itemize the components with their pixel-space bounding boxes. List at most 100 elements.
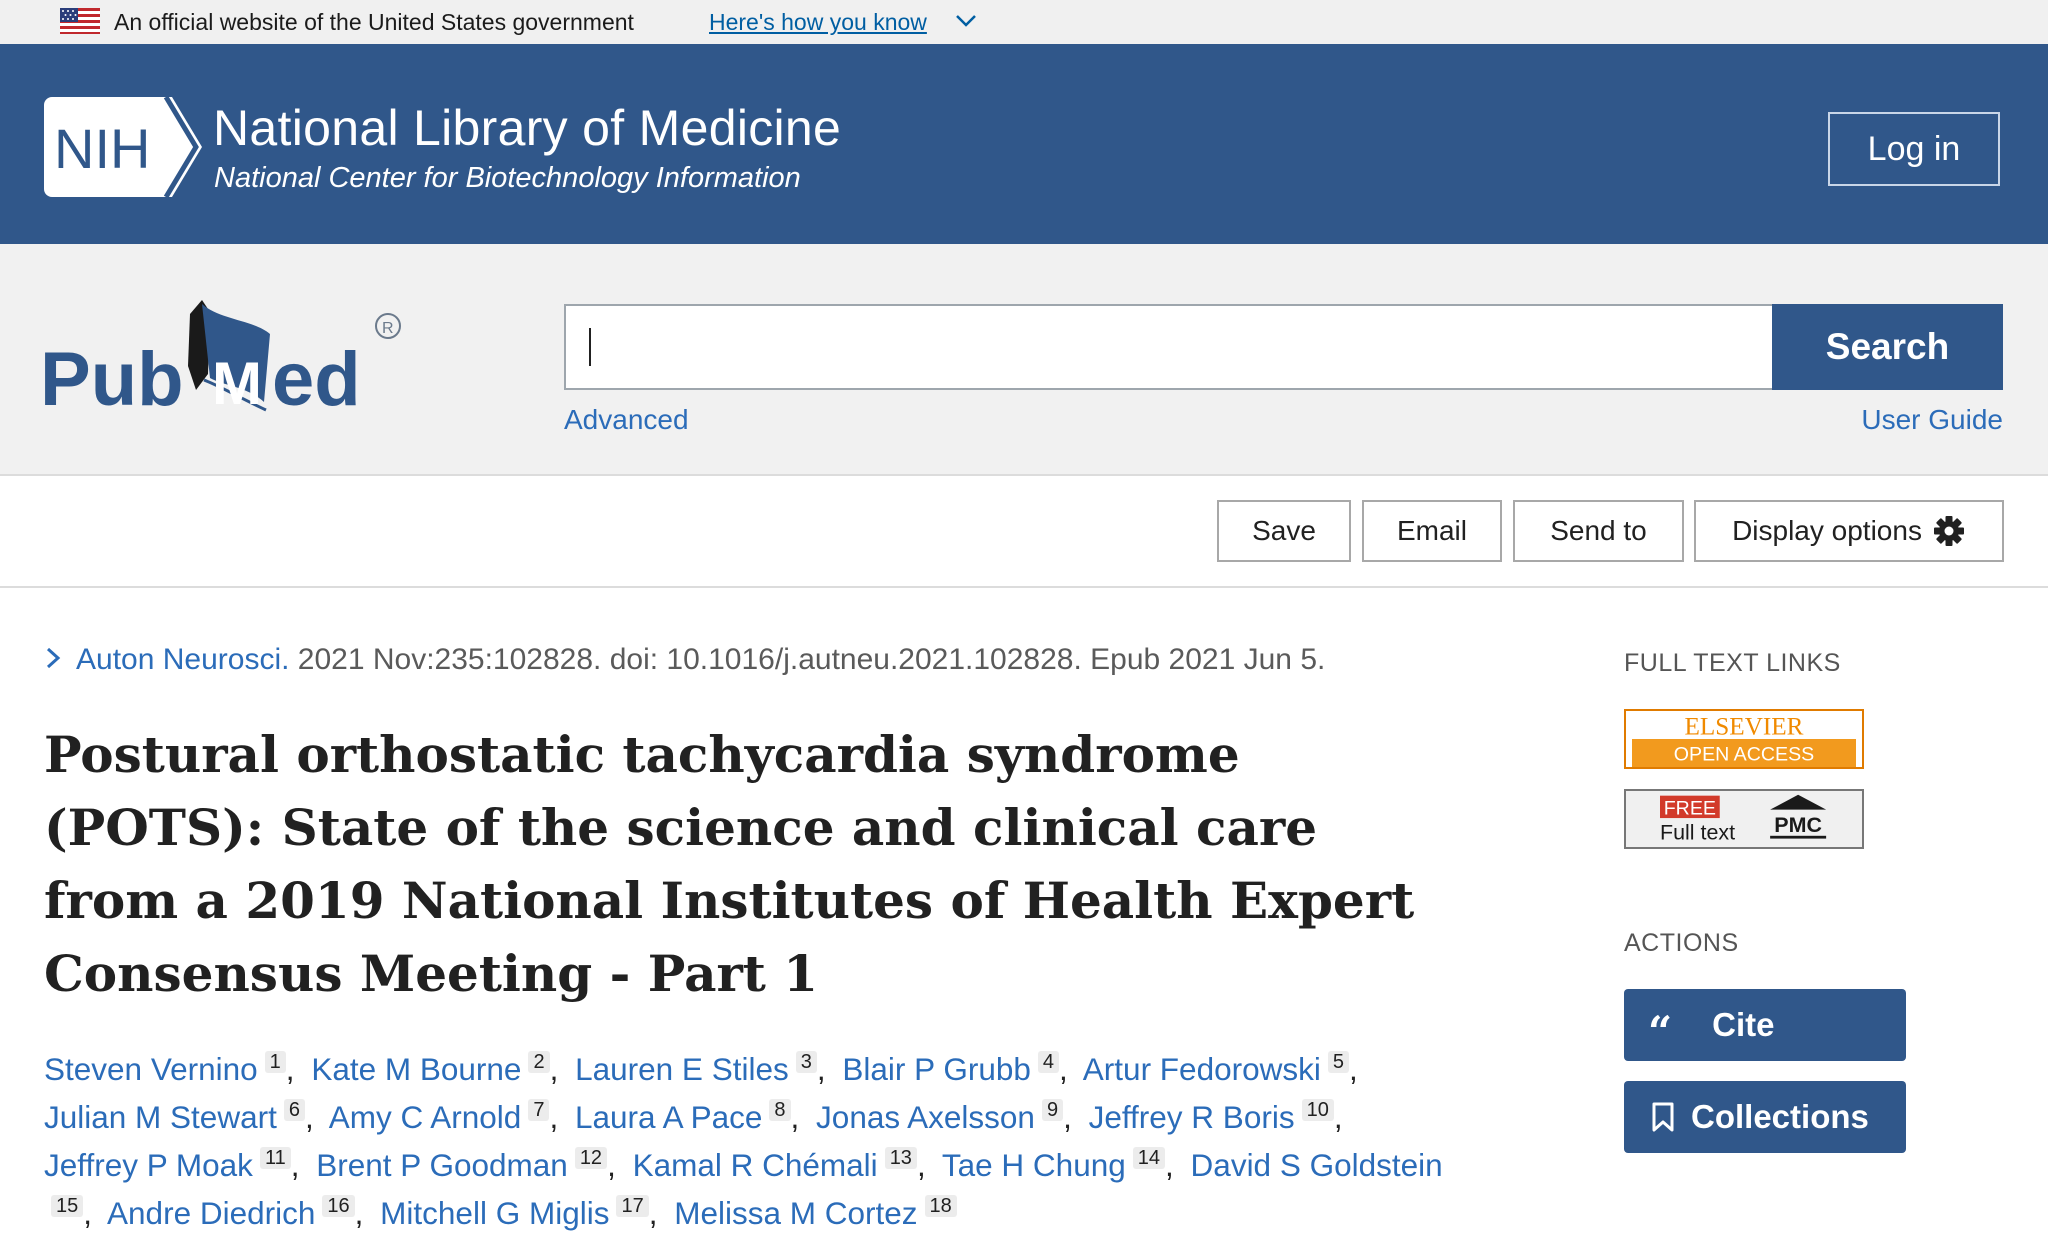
author-link[interactable]: Jeffrey R Boris [1089,1099,1295,1135]
author-link[interactable]: Julian M Stewart [44,1099,277,1135]
affiliation-number[interactable]: 14 [1132,1147,1166,1169]
pmc-label: PMC [1774,813,1822,837]
chevron-right-icon[interactable] [44,645,62,671]
affiliation-number[interactable]: 6 [283,1099,305,1121]
login-button[interactable]: Log in [1828,112,2000,186]
open-access-label: OPEN ACCESS [1674,743,1814,765]
gear-icon [1933,516,1964,546]
author-separator: , [816,1051,826,1087]
full-text-links-heading: FULL TEXT LINKS [1624,649,1841,677]
save-button[interactable]: Save [1217,500,1351,562]
search-button[interactable]: Search [1772,304,2003,390]
cite-button[interactable]: “ Cite [1624,989,1906,1061]
author-list: Steven Vernino 1, Kate M Bourne 2, Lauren … [44,1045,1444,1237]
journal-link[interactable]: Auton Neurosci. [76,643,289,676]
affiliation-number[interactable]: 5 [1327,1051,1349,1073]
pubmed-logo-m: M [212,350,262,417]
author-separator: , [290,1147,300,1183]
text-caret [589,328,591,366]
display-options-button[interactable]: Display options [1694,500,2004,562]
collections-button-label: Collections [1691,1098,1869,1135]
actions-heading: ACTIONS [1624,929,1739,957]
search-area: Pub M ed R Search Advanced User Guide [0,244,2048,476]
author-item: Laura A Pace 8, [575,1099,807,1135]
us-flag-icon [60,8,100,34]
chevron-down-icon[interactable] [955,14,977,28]
email-button[interactable]: Email [1362,500,1502,562]
affiliation-number[interactable]: 12 [574,1147,608,1169]
author-link[interactable]: Tae H Chung [942,1147,1126,1183]
author-item: Brent P Goodman 12, [316,1147,624,1183]
nih-logo[interactable]: NIH [44,97,202,197]
author-separator: , [916,1147,926,1183]
pubmed-logo[interactable]: Pub M ed R [40,294,420,424]
svg-text:R: R [382,320,394,337]
author-link[interactable]: Jeffrey P Moak [44,1147,253,1183]
author-separator: , [549,1051,559,1087]
affiliation-number[interactable]: 17 [616,1195,649,1217]
affiliation-number[interactable]: 9 [1041,1099,1064,1121]
nih-header: NIH National Library of Medicine Nationa… [0,44,2048,244]
pmc-free-label: FREE [1664,797,1716,819]
nlm-title[interactable]: National Library of Medicine [213,99,841,157]
collections-button[interactable]: Collections [1624,1081,1906,1153]
search-input[interactable] [564,304,1774,390]
affiliation-number[interactable]: 13 [884,1147,917,1169]
author-item: Jonas Axelsson 9, [816,1099,1080,1135]
author-separator: , [648,1195,658,1231]
gov-banner: An official website of the United States… [0,0,2048,44]
pubmed-logo-ed: ed [272,337,361,422]
pmc-free-full-text-link[interactable]: FREE Full text PMC [1624,789,1864,849]
author-link[interactable]: Jonas Axelsson [816,1099,1035,1135]
affiliation-number[interactable]: 10 [1301,1099,1334,1121]
author-link[interactable]: Amy C Arnold [329,1099,522,1135]
cite-button-label: Cite [1712,1006,1775,1043]
author-link[interactable]: Brent P Goodman [316,1147,568,1183]
author-link[interactable]: David S Goldstein [1191,1147,1443,1183]
citation-line: Auton Neurosci. 2021 Nov:235:102828. doi… [44,643,1325,677]
send-to-button[interactable]: Send to [1513,500,1684,562]
affiliation-number[interactable]: 7 [528,1099,550,1121]
author-link[interactable]: Kamal R Chémali [633,1147,878,1183]
author-separator: , [1165,1147,1174,1183]
author-separator: , [1063,1099,1072,1135]
email-button-label: Email [1396,515,1467,546]
author-link[interactable]: Andre Diedrich [107,1195,315,1231]
affiliation-number[interactable]: 3 [795,1051,817,1073]
author-separator: , [1349,1051,1358,1087]
author-item: Mitchell G Miglis 17, [380,1195,665,1231]
author-link[interactable]: Blair P Grubb [842,1051,1031,1087]
author-link[interactable]: Lauren E Stiles [575,1051,789,1087]
elsevier-open-access-link[interactable]: ELSEVIER OPEN ACCESS [1624,709,1864,769]
author-link[interactable]: Artur Fedorowski [1083,1051,1321,1087]
author-item: Artur Fedorowski 5, [1083,1051,1366,1087]
author-separator: , [354,1195,364,1231]
affiliation-number[interactable]: 11 [259,1147,291,1169]
how-you-know-link[interactable]: Here's how you know [709,9,927,36]
author-link[interactable]: Kate M Bourne [311,1051,521,1087]
author-item: Kate M Bourne 2, [311,1051,566,1087]
author-link[interactable]: Mitchell G Miglis [380,1195,609,1231]
affiliation-number[interactable]: 15 [51,1195,84,1217]
affiliation-number[interactable]: 4 [1037,1051,1060,1073]
affiliation-number[interactable]: 16 [322,1195,355,1217]
affiliation-number[interactable]: 18 [924,1195,957,1217]
author-item: Lauren E Stiles 3, [575,1051,834,1087]
author-link[interactable]: Steven Vernino [44,1051,258,1087]
author-item: Julian M Stewart 6, [44,1099,322,1135]
author-separator: , [285,1051,295,1087]
author-link[interactable]: Melissa M Cortez [674,1195,917,1231]
author-separator: , [790,1099,800,1135]
affiliation-number[interactable]: 8 [769,1099,791,1121]
elsevier-label: ELSEVIER [1685,713,1804,740]
author-item: Steven Vernino 1, [44,1051,303,1087]
save-button-label: Save [1252,515,1316,546]
author-item: Kamal R Chémali 13, [633,1147,934,1183]
affiliation-number[interactable]: 2 [528,1051,550,1073]
affiliation-number[interactable]: 1 [264,1051,286,1073]
advanced-search-link[interactable]: Advanced [564,404,689,436]
author-item: Jeffrey P Moak 11, [44,1147,307,1183]
user-guide-link[interactable]: User Guide [1861,404,2003,436]
citation-details: 2021 Nov:235:102828. doi: 10.1016/j.autn… [289,643,1326,676]
author-link[interactable]: Laura A Pace [575,1099,762,1135]
